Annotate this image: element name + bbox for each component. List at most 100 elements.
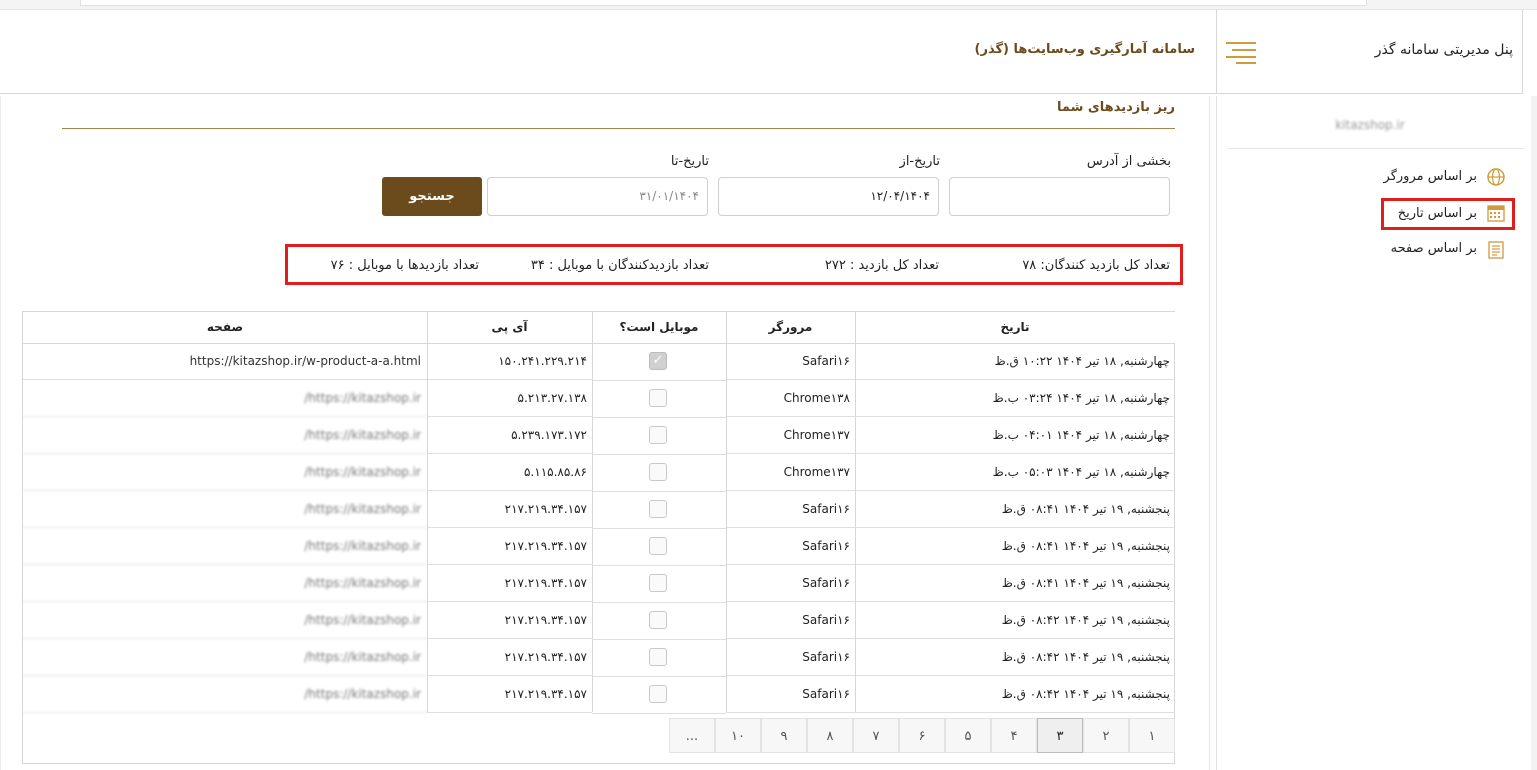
page-button[interactable]: ۶ (899, 718, 945, 753)
sidebar-item-page[interactable]: بر اساس صفحه (1391, 241, 1477, 256)
date-from-input[interactable]: ۱۲/۰۴/۱۴۰۴ (718, 177, 939, 216)
cell-page: /https://kitazshop.ir (23, 380, 427, 417)
cell-ip: ۲۱۷.۲۱۹.۳۴.۱۵۷ (427, 528, 592, 565)
menu-toggle-icon[interactable] (1226, 40, 1256, 64)
mobile-checkbox[interactable] (649, 537, 667, 555)
header-ip: آی پی (427, 312, 592, 344)
document-icon (1486, 240, 1506, 260)
search-button[interactable]: جستجو (382, 177, 482, 216)
cell-ip: ۵.۲۱۳.۲۷.۱۳۸ (427, 380, 592, 417)
stat-mobile-visits: تعداد بازدیدها با موبایل : ۷۶ (330, 258, 479, 273)
stat-total-visitors: تعداد کل بازدید کنندگان: ۷۸ (1022, 258, 1170, 273)
globe-icon (1486, 167, 1506, 187)
mobile-checkbox[interactable] (649, 463, 667, 481)
cell-date: چهارشنبه, ۱۸ تیر ۱۴۰۴ ۰۴:۰۱ ب.ظ (855, 417, 1175, 454)
page-button[interactable]: ۱۰ (715, 718, 761, 753)
column-divider (427, 312, 428, 712)
mobile-checkbox[interactable] (649, 648, 667, 666)
cell-ip: ۱۵۰.۲۴۱.۲۲۹.۲۱۴ (427, 343, 592, 380)
cell-browser: Safari۱۶ (726, 639, 855, 676)
header-page: صفحه (23, 312, 427, 344)
page-button[interactable]: ۷ (853, 718, 899, 753)
cell-mobile (592, 454, 726, 492)
cell-date: چهارشنبه, ۱۸ تیر ۱۴۰۴ ۰۳:۲۴ ب.ظ (855, 380, 1175, 417)
sidebar-item-browser[interactable]: بر اساس مرورگر (1384, 169, 1477, 184)
cell-page: /https://kitazshop.ir (23, 676, 427, 713)
cell-page: /https://kitazshop.ir (23, 639, 427, 676)
mobile-checkbox[interactable] (649, 426, 667, 444)
scrollbar[interactable] (1531, 96, 1537, 770)
cell-mobile (592, 639, 726, 677)
browser-top-strip (0, 0, 1537, 10)
mobile-checkbox[interactable] (649, 500, 667, 518)
brand-title: پنل مدیریتی سامانه گذر (1374, 42, 1513, 58)
address-label: بخشی از آدرس (1086, 154, 1171, 169)
cell-browser: Chrome۱۳۸ (726, 380, 855, 417)
sidebar-divider (1228, 148, 1524, 149)
cell-page: https://kitazshop.ir/w-product-a-a.html (23, 343, 427, 380)
cell-date: پنجشنبه, ۱۹ تیر ۱۴۰۴ ۰۸:۴۲ ق.ظ (855, 602, 1175, 639)
cell-browser: Safari۱۶ (726, 491, 855, 528)
section-title: ریز بازدیدهای شما (1056, 100, 1175, 115)
header-mobile: موبایل است؟ (592, 312, 726, 344)
cell-browser: Safari۱۶ (726, 565, 855, 602)
mobile-checkbox[interactable]: ✓ (649, 352, 667, 370)
header-date: تاریخ (855, 312, 1175, 344)
cell-mobile (592, 417, 726, 455)
cell-ip: ۲۱۷.۲۱۹.۳۴.۱۵۷ (427, 676, 592, 713)
page-button[interactable]: ۳ (1037, 718, 1083, 753)
column-divider (726, 312, 727, 712)
date-from-label: تاریخ-از (899, 154, 940, 169)
cell-date: پنجشنبه, ۱۹ تیر ۱۴۰۴ ۰۸:۴۱ ق.ظ (855, 565, 1175, 602)
page-button[interactable]: ۵ (945, 718, 991, 753)
mobile-checkbox[interactable] (649, 389, 667, 407)
highlight-box-sidebar (1381, 198, 1515, 230)
column-divider (855, 312, 856, 712)
cell-page: /https://kitazshop.ir (23, 565, 427, 602)
cell-date: چهارشنبه, ۱۸ تیر ۱۴۰۴ ۰۵:۰۳ ب.ظ (855, 454, 1175, 491)
cell-mobile (592, 380, 726, 418)
date-to-label: تاریخ-تا (670, 154, 709, 169)
pagination: ۱ ۲ ۳ ۴ ۵ ۶ ۷ ۸ ۹ ۱۰... (653, 718, 1175, 753)
top-bar (80, 0, 1367, 6)
cell-browser: Safari۱۶ (726, 343, 855, 380)
page-button[interactable]: ۱ (1129, 718, 1175, 753)
cell-browser: Safari۱۶ (726, 602, 855, 639)
cell-date: پنجشنبه, ۱۹ تیر ۱۴۰۴ ۰۸:۴۲ ق.ظ (855, 639, 1175, 676)
cell-page: /https://kitazshop.ir (23, 417, 427, 454)
mobile-checkbox[interactable] (649, 685, 667, 703)
cell-ip: ۲۱۷.۲۱۹.۳۴.۱۵۷ (427, 602, 592, 639)
cell-page: /https://kitazshop.ir (23, 602, 427, 639)
page-button[interactable]: ۲ (1083, 718, 1129, 753)
page-button[interactable]: ۹ (761, 718, 807, 753)
address-input[interactable] (949, 177, 1170, 216)
cell-browser: Chrome۱۳۷ (726, 454, 855, 491)
cell-browser: Safari۱۶ (726, 528, 855, 565)
cell-mobile: ✓ (592, 343, 726, 381)
header-browser: مرورگر (726, 312, 855, 344)
cell-mobile (592, 602, 726, 640)
cell-page: /https://kitazshop.ir (23, 454, 427, 491)
cell-mobile (592, 565, 726, 603)
page-button[interactable]: ۴ (991, 718, 1037, 753)
cell-date: پنجشنبه, ۱۹ تیر ۱۴۰۴ ۰۸:۴۲ ق.ظ (855, 676, 1175, 713)
cell-page: /https://kitazshop.ir (23, 528, 427, 565)
cell-ip: ۲۱۷.۲۱۹.۳۴.۱۵۷ (427, 491, 592, 528)
stat-mobile-visitors: تعداد بازدیدکنندگان با موبایل : ۳۴ (530, 258, 709, 273)
cell-browser: Chrome۱۳۷ (726, 417, 855, 454)
site-title: سامانه آمارگیری وب‌سایت‌ها (گذر) (974, 42, 1195, 57)
cell-page: /https://kitazshop.ir (23, 491, 427, 528)
cell-ip: ۵.۱۱۵.۸۵.۸۶ (427, 454, 592, 491)
section-divider (62, 128, 1175, 129)
cell-date: چهارشنبه, ۱۸ تیر ۱۴۰۴ ۱۰:۲۲ ق.ظ (855, 343, 1175, 380)
cell-browser: Safari۱۶ (726, 676, 855, 713)
stat-total-visits: تعداد کل بازدید : ۲۷۲ (824, 258, 939, 273)
cell-mobile (592, 676, 726, 714)
page-ellipsis[interactable]: ... (669, 718, 715, 753)
mobile-checkbox[interactable] (649, 611, 667, 629)
column-divider (592, 312, 593, 712)
mobile-checkbox[interactable] (649, 574, 667, 592)
date-to-input[interactable]: ۳۱/۰۱/۱۴۰۴ (487, 177, 708, 216)
page-button[interactable]: ۸ (807, 718, 853, 753)
cell-ip: ۲۱۷.۲۱۹.۳۴.۱۵۷ (427, 639, 592, 676)
